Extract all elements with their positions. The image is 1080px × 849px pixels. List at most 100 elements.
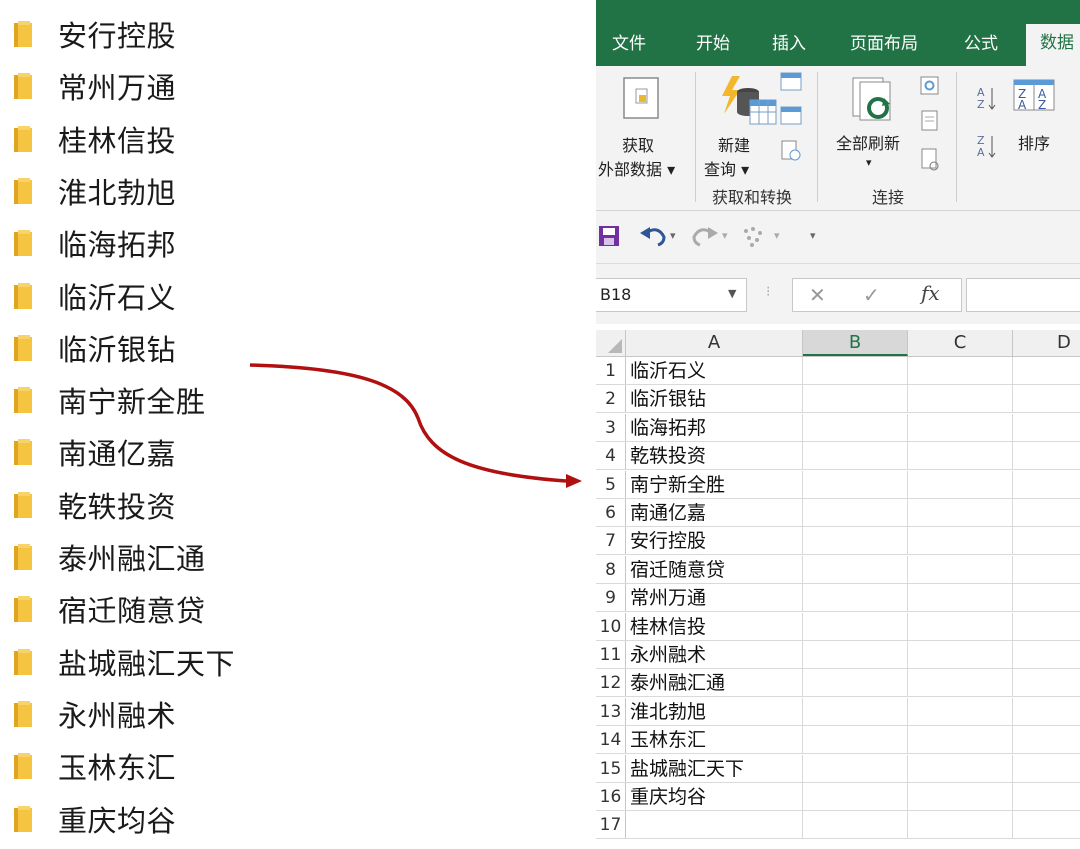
cell-d[interactable] — [1013, 556, 1080, 583]
cell-a[interactable]: 泰州融汇通 — [626, 669, 803, 697]
row-header[interactable]: 3 — [596, 413, 626, 441]
cell-d[interactable] — [1013, 613, 1080, 640]
select-all-button[interactable] — [596, 330, 626, 356]
row-header[interactable]: 10 — [596, 612, 626, 640]
cell-d[interactable] — [1013, 499, 1080, 526]
cell-c[interactable] — [908, 470, 1013, 498]
cell-a[interactable]: 南宁新全胜 — [626, 470, 803, 498]
column-header-a[interactable]: A — [626, 330, 803, 356]
customize-toolbar-icon[interactable]: ▾ — [810, 229, 816, 242]
get-external-data-button[interactable]: 获取 外部数据 ▾ — [598, 72, 690, 180]
folder-item[interactable]: 临沂银钻 — [12, 328, 176, 368]
cell-b[interactable] — [803, 413, 908, 441]
row-header[interactable]: 13 — [596, 697, 626, 725]
row-header[interactable]: 15 — [596, 754, 626, 782]
tab-file[interactable]: 文件 — [612, 30, 646, 58]
cell-a[interactable]: 重庆均谷 — [626, 783, 803, 810]
row-header[interactable]: 2 — [596, 385, 626, 413]
new-query-button[interactable]: 新建 查询 ▾ — [704, 70, 806, 182]
cell-a[interactable]: 宿迁随意贷 — [626, 555, 803, 583]
folder-item[interactable]: 常州万通 — [12, 66, 176, 106]
folder-item[interactable]: 泰州融汇通 — [12, 537, 206, 577]
cell-a[interactable]: 乾轶投资 — [626, 442, 803, 470]
cell-a[interactable]: 淮北勃旭 — [626, 697, 803, 725]
cell-d[interactable] — [1013, 471, 1080, 498]
cell-d[interactable] — [1013, 442, 1080, 469]
cell-b[interactable] — [803, 499, 908, 526]
folder-item[interactable]: 永州融术 — [12, 694, 176, 734]
column-header-d[interactable]: D — [1013, 330, 1080, 356]
row-header[interactable]: 11 — [596, 641, 626, 668]
row-header[interactable]: 4 — [596, 442, 626, 470]
folder-item[interactable]: 玉林东汇 — [12, 746, 176, 786]
cell-c[interactable] — [908, 612, 1013, 640]
chevron-down-icon[interactable]: ▼ — [728, 287, 736, 300]
cell-c[interactable] — [908, 527, 1013, 555]
row-header[interactable]: 14 — [596, 726, 626, 754]
cell-b[interactable] — [803, 385, 908, 413]
cell-d[interactable] — [1013, 698, 1080, 725]
cell-b[interactable] — [803, 754, 908, 782]
row-header[interactable]: 12 — [596, 669, 626, 697]
redo-icon[interactable] — [692, 223, 720, 247]
cell-a[interactable]: 玉林东汇 — [626, 726, 803, 754]
folder-item[interactable]: 重庆均谷 — [12, 799, 176, 839]
cell-d[interactable] — [1013, 414, 1080, 441]
tab-data[interactable]: 数据 — [1026, 24, 1080, 66]
cell-c[interactable] — [908, 697, 1013, 725]
undo-dropdown-icon[interactable]: ▾ — [670, 229, 676, 242]
chevron-down-icon[interactable]: ▾ — [774, 229, 780, 242]
cell-b[interactable] — [803, 584, 908, 612]
folder-item[interactable]: 临海拓邦 — [12, 223, 176, 263]
row-header[interactable]: 5 — [596, 470, 626, 498]
folder-item[interactable]: 安行控股 — [12, 14, 176, 54]
cell-c[interactable] — [908, 669, 1013, 697]
properties-icon[interactable] — [920, 110, 940, 132]
cell-b[interactable] — [803, 470, 908, 498]
cell-d[interactable] — [1013, 357, 1080, 384]
cell-c[interactable] — [908, 413, 1013, 441]
cell-b[interactable] — [803, 555, 908, 583]
refresh-all-button[interactable]: 全部刷新 ▾ — [828, 72, 914, 182]
drag-handle-icon[interactable]: ⁝ — [766, 284, 770, 300]
cell-c[interactable] — [908, 726, 1013, 754]
folder-item[interactable]: 桂林信投 — [12, 119, 176, 159]
column-header-b[interactable]: B — [803, 330, 908, 356]
cell-c[interactable] — [908, 641, 1013, 668]
row-header[interactable]: 8 — [596, 555, 626, 583]
row-header[interactable]: 9 — [596, 584, 626, 612]
cell-d[interactable] — [1013, 385, 1080, 412]
cell-c[interactable] — [908, 357, 1013, 384]
row-header[interactable]: 17 — [596, 811, 626, 839]
cell-c[interactable] — [908, 584, 1013, 612]
redo-dropdown-icon[interactable]: ▾ — [722, 229, 728, 242]
cell-a[interactable] — [626, 811, 803, 839]
folder-item[interactable]: 南宁新全胜 — [12, 380, 206, 420]
edit-links-icon[interactable] — [920, 148, 940, 172]
cell-d[interactable] — [1013, 641, 1080, 668]
cell-a[interactable]: 安行控股 — [626, 527, 803, 555]
sort-descending-button[interactable]: Z A — [976, 132, 998, 162]
row-header[interactable]: 6 — [596, 499, 626, 526]
sort-button[interactable]: Z A A Z 排序 — [1010, 76, 1070, 166]
cell-d[interactable] — [1013, 783, 1080, 810]
tab-formulas[interactable]: 公式 — [964, 30, 998, 58]
row-header[interactable]: 1 — [596, 357, 626, 384]
cell-b[interactable] — [803, 442, 908, 470]
cell-c[interactable] — [908, 442, 1013, 470]
cell-b[interactable] — [803, 811, 908, 839]
cell-b[interactable] — [803, 697, 908, 725]
cell-d[interactable] — [1013, 811, 1080, 838]
cell-a[interactable]: 盐城融汇天下 — [626, 754, 803, 782]
row-header[interactable]: 16 — [596, 783, 626, 810]
cell-b[interactable] — [803, 783, 908, 810]
cell-a[interactable]: 临沂银钻 — [626, 385, 803, 413]
folder-item[interactable]: 淮北勃旭 — [12, 171, 176, 211]
undo-icon[interactable] — [638, 223, 668, 247]
sort-ascending-button[interactable]: A Z — [976, 84, 998, 114]
format-painter-icon[interactable] — [740, 225, 766, 249]
cell-b[interactable] — [803, 641, 908, 668]
cell-a[interactable]: 临海拓邦 — [626, 413, 803, 441]
cell-c[interactable] — [908, 754, 1013, 782]
cell-a[interactable]: 临沂石义 — [626, 357, 803, 384]
